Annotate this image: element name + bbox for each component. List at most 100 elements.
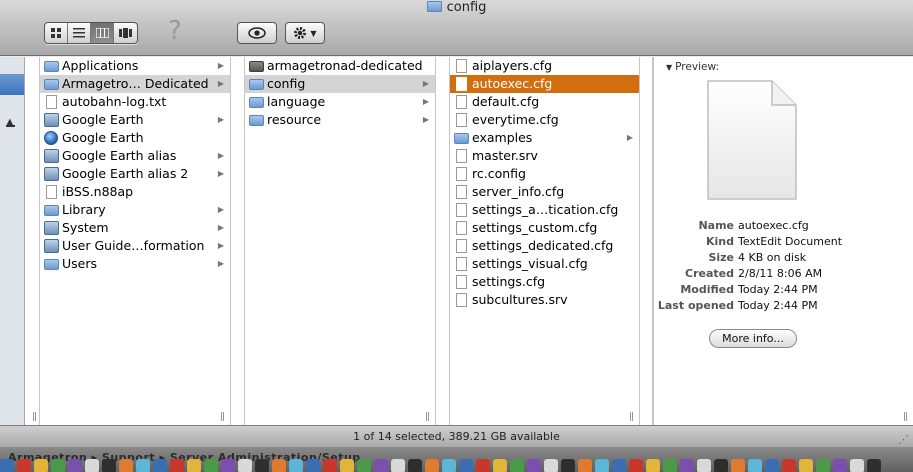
- dock-icon[interactable]: [476, 459, 490, 472]
- list-item[interactable]: Google Earth alias ▶: [40, 147, 230, 165]
- list-item[interactable]: master.srv: [450, 147, 639, 165]
- dock-icon[interactable]: [629, 459, 643, 472]
- column-resize-handle[interactable]: ||: [220, 412, 225, 422]
- dock-icon[interactable]: [238, 459, 252, 472]
- dock-icon[interactable]: [765, 459, 779, 472]
- dock-icon[interactable]: [17, 459, 31, 472]
- action-menu-button[interactable]: ▼: [285, 22, 325, 44]
- list-item[interactable]: User Guide…formation ▶: [40, 237, 230, 255]
- list-item[interactable]: iBSS.n88ap: [40, 183, 230, 201]
- dock-icon[interactable]: [391, 459, 405, 472]
- dock-icon[interactable]: [119, 459, 133, 472]
- dock-icon[interactable]: [748, 459, 762, 472]
- list-item[interactable]: autobahn-log.txt: [40, 93, 230, 111]
- dock-icon[interactable]: [442, 459, 456, 472]
- dock-icon[interactable]: [612, 459, 626, 472]
- dock-icon[interactable]: [51, 459, 65, 472]
- list-item[interactable]: Google Earth: [40, 129, 230, 147]
- icon-view-button[interactable]: [45, 23, 68, 43]
- dock-icon[interactable]: [255, 459, 269, 472]
- dock-icon[interactable]: [731, 459, 745, 472]
- list-item[interactable]: armagetronad-dedicated: [245, 57, 435, 75]
- dock-icon[interactable]: [34, 459, 48, 472]
- list-item[interactable]: subcultures.srv: [450, 291, 639, 309]
- sidebar-selected-item[interactable]: [0, 74, 24, 95]
- dock-icon[interactable]: [816, 459, 830, 472]
- dock-icon[interactable]: [578, 459, 592, 472]
- dock-icon[interactable]: [527, 459, 541, 472]
- eject-icon[interactable]: ▲: [6, 117, 15, 128]
- list-item[interactable]: config ▶: [245, 75, 435, 93]
- list-item[interactable]: Applications ▶: [40, 57, 230, 75]
- dock-icon[interactable]: [833, 459, 847, 472]
- dock-icon[interactable]: [0, 459, 14, 472]
- dock-icon[interactable]: [714, 459, 728, 472]
- list-view-button[interactable]: [68, 23, 91, 43]
- dock-icon[interactable]: [374, 459, 388, 472]
- dock-icon[interactable]: [323, 459, 337, 472]
- list-item[interactable]: settings_a…tication.cfg: [450, 201, 639, 219]
- more-info-button[interactable]: More info...: [709, 329, 797, 348]
- list-item[interactable]: aiplayers.cfg: [450, 57, 639, 75]
- dock-icon[interactable]: [663, 459, 677, 472]
- dock-icon[interactable]: [357, 459, 371, 472]
- dock-icon[interactable]: [425, 459, 439, 472]
- dock-icon[interactable]: [204, 459, 218, 472]
- list-item[interactable]: settings_custom.cfg: [450, 219, 639, 237]
- list-item[interactable]: default.cfg: [450, 93, 639, 111]
- column-view-button[interactable]: [91, 23, 114, 43]
- list-item[interactable]: autoexec.cfg: [450, 75, 639, 93]
- dock-icon[interactable]: [867, 459, 881, 472]
- dock-icon[interactable]: [510, 459, 524, 472]
- column-resize-handle[interactable]: ||: [629, 412, 634, 422]
- list-item[interactable]: Armagetro… Dedicated ▶: [40, 75, 230, 93]
- list-item[interactable]: settings_dedicated.cfg: [450, 237, 639, 255]
- column-resize-handle[interactable]: ||: [425, 412, 430, 422]
- column-resize-handle[interactable]: ||: [32, 412, 37, 422]
- list-item-label: autoexec.cfg: [472, 76, 553, 91]
- dock-icon[interactable]: [289, 459, 303, 472]
- dock-icon[interactable]: [136, 459, 150, 472]
- dock-icon[interactable]: [170, 459, 184, 472]
- dock-icon[interactable]: [782, 459, 796, 472]
- column-resize-handle[interactable]: ||: [903, 412, 908, 422]
- dock-icon[interactable]: [850, 459, 864, 472]
- list-item[interactable]: rc.config: [450, 165, 639, 183]
- list-item[interactable]: examples ▶: [450, 129, 639, 147]
- list-item[interactable]: Google Earth alias 2 ▶: [40, 165, 230, 183]
- list-item[interactable]: Library ▶: [40, 201, 230, 219]
- dock-icon[interactable]: [680, 459, 694, 472]
- dock-icon[interactable]: [408, 459, 422, 472]
- dock-icon[interactable]: [697, 459, 711, 472]
- dock-icon[interactable]: [561, 459, 575, 472]
- dock-icon[interactable]: [221, 459, 235, 472]
- coverflow-view-button[interactable]: [114, 23, 137, 43]
- dock-icon[interactable]: [799, 459, 813, 472]
- list-item[interactable]: everytime.cfg: [450, 111, 639, 129]
- list-item[interactable]: System ▶: [40, 219, 230, 237]
- list-item-label: settings_dedicated.cfg: [472, 238, 614, 253]
- dock-icon[interactable]: [68, 459, 82, 472]
- document-icon: [46, 185, 57, 199]
- dock-icon[interactable]: [459, 459, 473, 472]
- dock-icon[interactable]: [595, 459, 609, 472]
- list-item[interactable]: Google Earth ▶: [40, 111, 230, 129]
- dock-icon[interactable]: [646, 459, 660, 472]
- list-item[interactable]: server_info.cfg: [450, 183, 639, 201]
- dock-icon[interactable]: [85, 459, 99, 472]
- list-item[interactable]: resource ▶: [245, 111, 435, 129]
- dock-icon[interactable]: [153, 459, 167, 472]
- quicklook-button[interactable]: [237, 22, 277, 44]
- list-item[interactable]: Users ▶: [40, 255, 230, 273]
- dock-icon[interactable]: [102, 459, 116, 472]
- dock-icon[interactable]: [272, 459, 286, 472]
- dock-icon[interactable]: [306, 459, 320, 472]
- preview-header[interactable]: ▼ Preview:: [666, 61, 719, 73]
- list-item[interactable]: settings_visual.cfg: [450, 255, 639, 273]
- dock-icon[interactable]: [340, 459, 354, 472]
- list-item[interactable]: language ▶: [245, 93, 435, 111]
- list-item[interactable]: settings.cfg: [450, 273, 639, 291]
- dock-icon[interactable]: [493, 459, 507, 472]
- dock-icon[interactable]: [544, 459, 558, 472]
- dock-icon[interactable]: [187, 459, 201, 472]
